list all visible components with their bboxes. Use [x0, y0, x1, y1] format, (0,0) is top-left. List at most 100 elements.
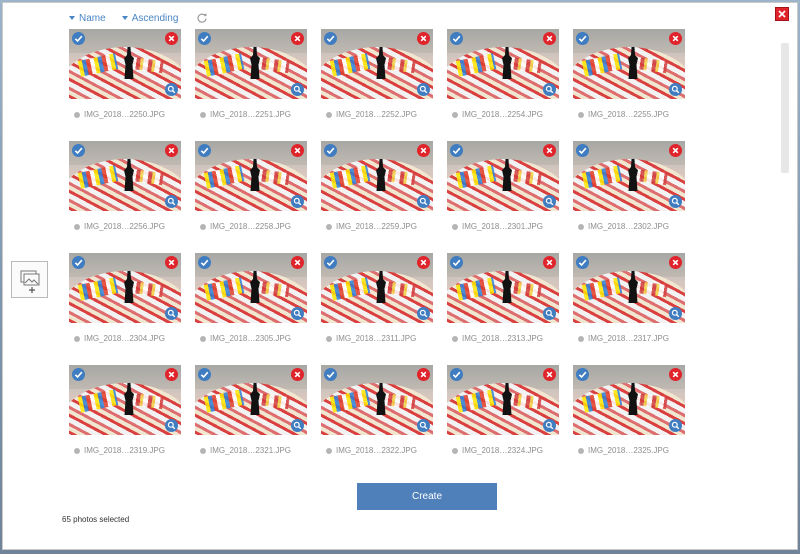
check-icon[interactable]: [450, 32, 463, 45]
photo-thumbnail[interactable]: [195, 141, 307, 211]
sort-order-dropdown[interactable]: Ascending: [121, 13, 178, 24]
magnifier-icon[interactable]: [417, 419, 430, 432]
magnifier-icon[interactable]: [165, 307, 178, 320]
photo-thumbnail[interactable]: [447, 365, 559, 435]
photo-label: IMG_2018…2305.JPG: [195, 334, 307, 343]
magnifier-icon[interactable]: [669, 195, 682, 208]
remove-icon[interactable]: [165, 256, 178, 269]
check-icon[interactable]: [324, 144, 337, 157]
photo-thumbnail[interactable]: [69, 29, 181, 99]
check-icon[interactable]: [72, 368, 85, 381]
remove-icon[interactable]: [165, 144, 178, 157]
magnifier-icon[interactable]: [165, 83, 178, 96]
remove-icon[interactable]: [417, 368, 430, 381]
remove-icon[interactable]: [291, 256, 304, 269]
remove-icon[interactable]: [543, 256, 556, 269]
vertical-scrollbar[interactable]: [781, 43, 789, 173]
photo-card: IMG_2018…2250.JPG: [69, 29, 181, 119]
remove-icon[interactable]: [669, 256, 682, 269]
check-icon[interactable]: [324, 256, 337, 269]
remove-icon[interactable]: [291, 32, 304, 45]
photo-thumbnail[interactable]: [573, 141, 685, 211]
remove-icon[interactable]: [417, 144, 430, 157]
photo-label: IMG_2018…2251.JPG: [195, 110, 307, 119]
photo-card: IMG_2018…2321.JPG: [195, 365, 307, 455]
photo-thumbnail[interactable]: [447, 29, 559, 99]
check-icon[interactable]: [198, 256, 211, 269]
photo-thumbnail[interactable]: [447, 253, 559, 323]
remove-icon[interactable]: [165, 368, 178, 381]
check-icon[interactable]: [72, 256, 85, 269]
magnifier-icon[interactable]: [669, 419, 682, 432]
check-icon[interactable]: [576, 368, 589, 381]
photo-thumbnail[interactable]: [69, 253, 181, 323]
check-icon[interactable]: [450, 256, 463, 269]
magnifier-icon[interactable]: [291, 419, 304, 432]
magnifier-icon[interactable]: [165, 195, 178, 208]
magnifier-icon[interactable]: [669, 307, 682, 320]
sort-field-label: Name: [79, 12, 106, 24]
remove-icon[interactable]: [543, 368, 556, 381]
remove-icon[interactable]: [291, 144, 304, 157]
sort-field-dropdown[interactable]: Name: [69, 13, 106, 24]
photo-label: IMG_2018…2319.JPG: [69, 446, 181, 455]
magnifier-icon[interactable]: [543, 195, 556, 208]
check-icon[interactable]: [450, 144, 463, 157]
remove-icon[interactable]: [543, 144, 556, 157]
check-icon[interactable]: [72, 144, 85, 157]
magnifier-icon[interactable]: [291, 83, 304, 96]
photo-label: IMG_2018…2255.JPG: [573, 110, 685, 119]
remove-icon[interactable]: [669, 32, 682, 45]
photo-card: IMG_2018…2258.JPG: [195, 141, 307, 231]
magnifier-icon[interactable]: [165, 419, 178, 432]
photo-thumbnail[interactable]: [573, 253, 685, 323]
remove-icon[interactable]: [417, 32, 430, 45]
magnifier-icon[interactable]: [417, 83, 430, 96]
remove-icon[interactable]: [669, 368, 682, 381]
check-icon[interactable]: [198, 32, 211, 45]
photo-thumbnail[interactable]: [573, 365, 685, 435]
photo-thumbnail[interactable]: [447, 141, 559, 211]
magnifier-icon[interactable]: [291, 307, 304, 320]
magnifier-icon[interactable]: [543, 307, 556, 320]
check-icon[interactable]: [198, 368, 211, 381]
check-icon[interactable]: [198, 144, 211, 157]
photo-card: IMG_2018…2324.JPG: [447, 365, 559, 455]
check-icon[interactable]: [324, 32, 337, 45]
create-button[interactable]: Create: [357, 483, 497, 510]
photo-card: IMG_2018…2256.JPG: [69, 141, 181, 231]
magnifier-icon[interactable]: [417, 307, 430, 320]
remove-icon[interactable]: [165, 32, 178, 45]
refresh-icon[interactable]: [196, 12, 208, 24]
photo-thumbnail[interactable]: [573, 29, 685, 99]
photo-thumbnail[interactable]: [321, 365, 433, 435]
close-button[interactable]: [775, 7, 789, 21]
photo-thumbnail[interactable]: [321, 29, 433, 99]
magnifier-icon[interactable]: [417, 195, 430, 208]
photo-card: IMG_2018…2302.JPG: [573, 141, 685, 231]
check-icon[interactable]: [72, 32, 85, 45]
remove-icon[interactable]: [669, 144, 682, 157]
magnifier-icon[interactable]: [543, 419, 556, 432]
photo-thumbnail[interactable]: [69, 365, 181, 435]
photo-thumbnail[interactable]: [69, 141, 181, 211]
photo-thumbnail[interactable]: [195, 29, 307, 99]
add-photos-button[interactable]: [11, 261, 48, 298]
check-icon[interactable]: [450, 368, 463, 381]
photo-thumbnail[interactable]: [195, 253, 307, 323]
remove-icon[interactable]: [291, 368, 304, 381]
photo-thumbnail[interactable]: [321, 141, 433, 211]
check-icon[interactable]: [324, 368, 337, 381]
magnifier-icon[interactable]: [291, 195, 304, 208]
magnifier-icon[interactable]: [669, 83, 682, 96]
photo-label: IMG_2018…2250.JPG: [69, 110, 181, 119]
photo-thumbnail[interactable]: [195, 365, 307, 435]
check-icon[interactable]: [576, 144, 589, 157]
remove-icon[interactable]: [417, 256, 430, 269]
photo-filename: IMG_2018…2250.JPG: [84, 110, 165, 119]
remove-icon[interactable]: [543, 32, 556, 45]
magnifier-icon[interactable]: [543, 83, 556, 96]
photo-thumbnail[interactable]: [321, 253, 433, 323]
check-icon[interactable]: [576, 32, 589, 45]
check-icon[interactable]: [576, 256, 589, 269]
